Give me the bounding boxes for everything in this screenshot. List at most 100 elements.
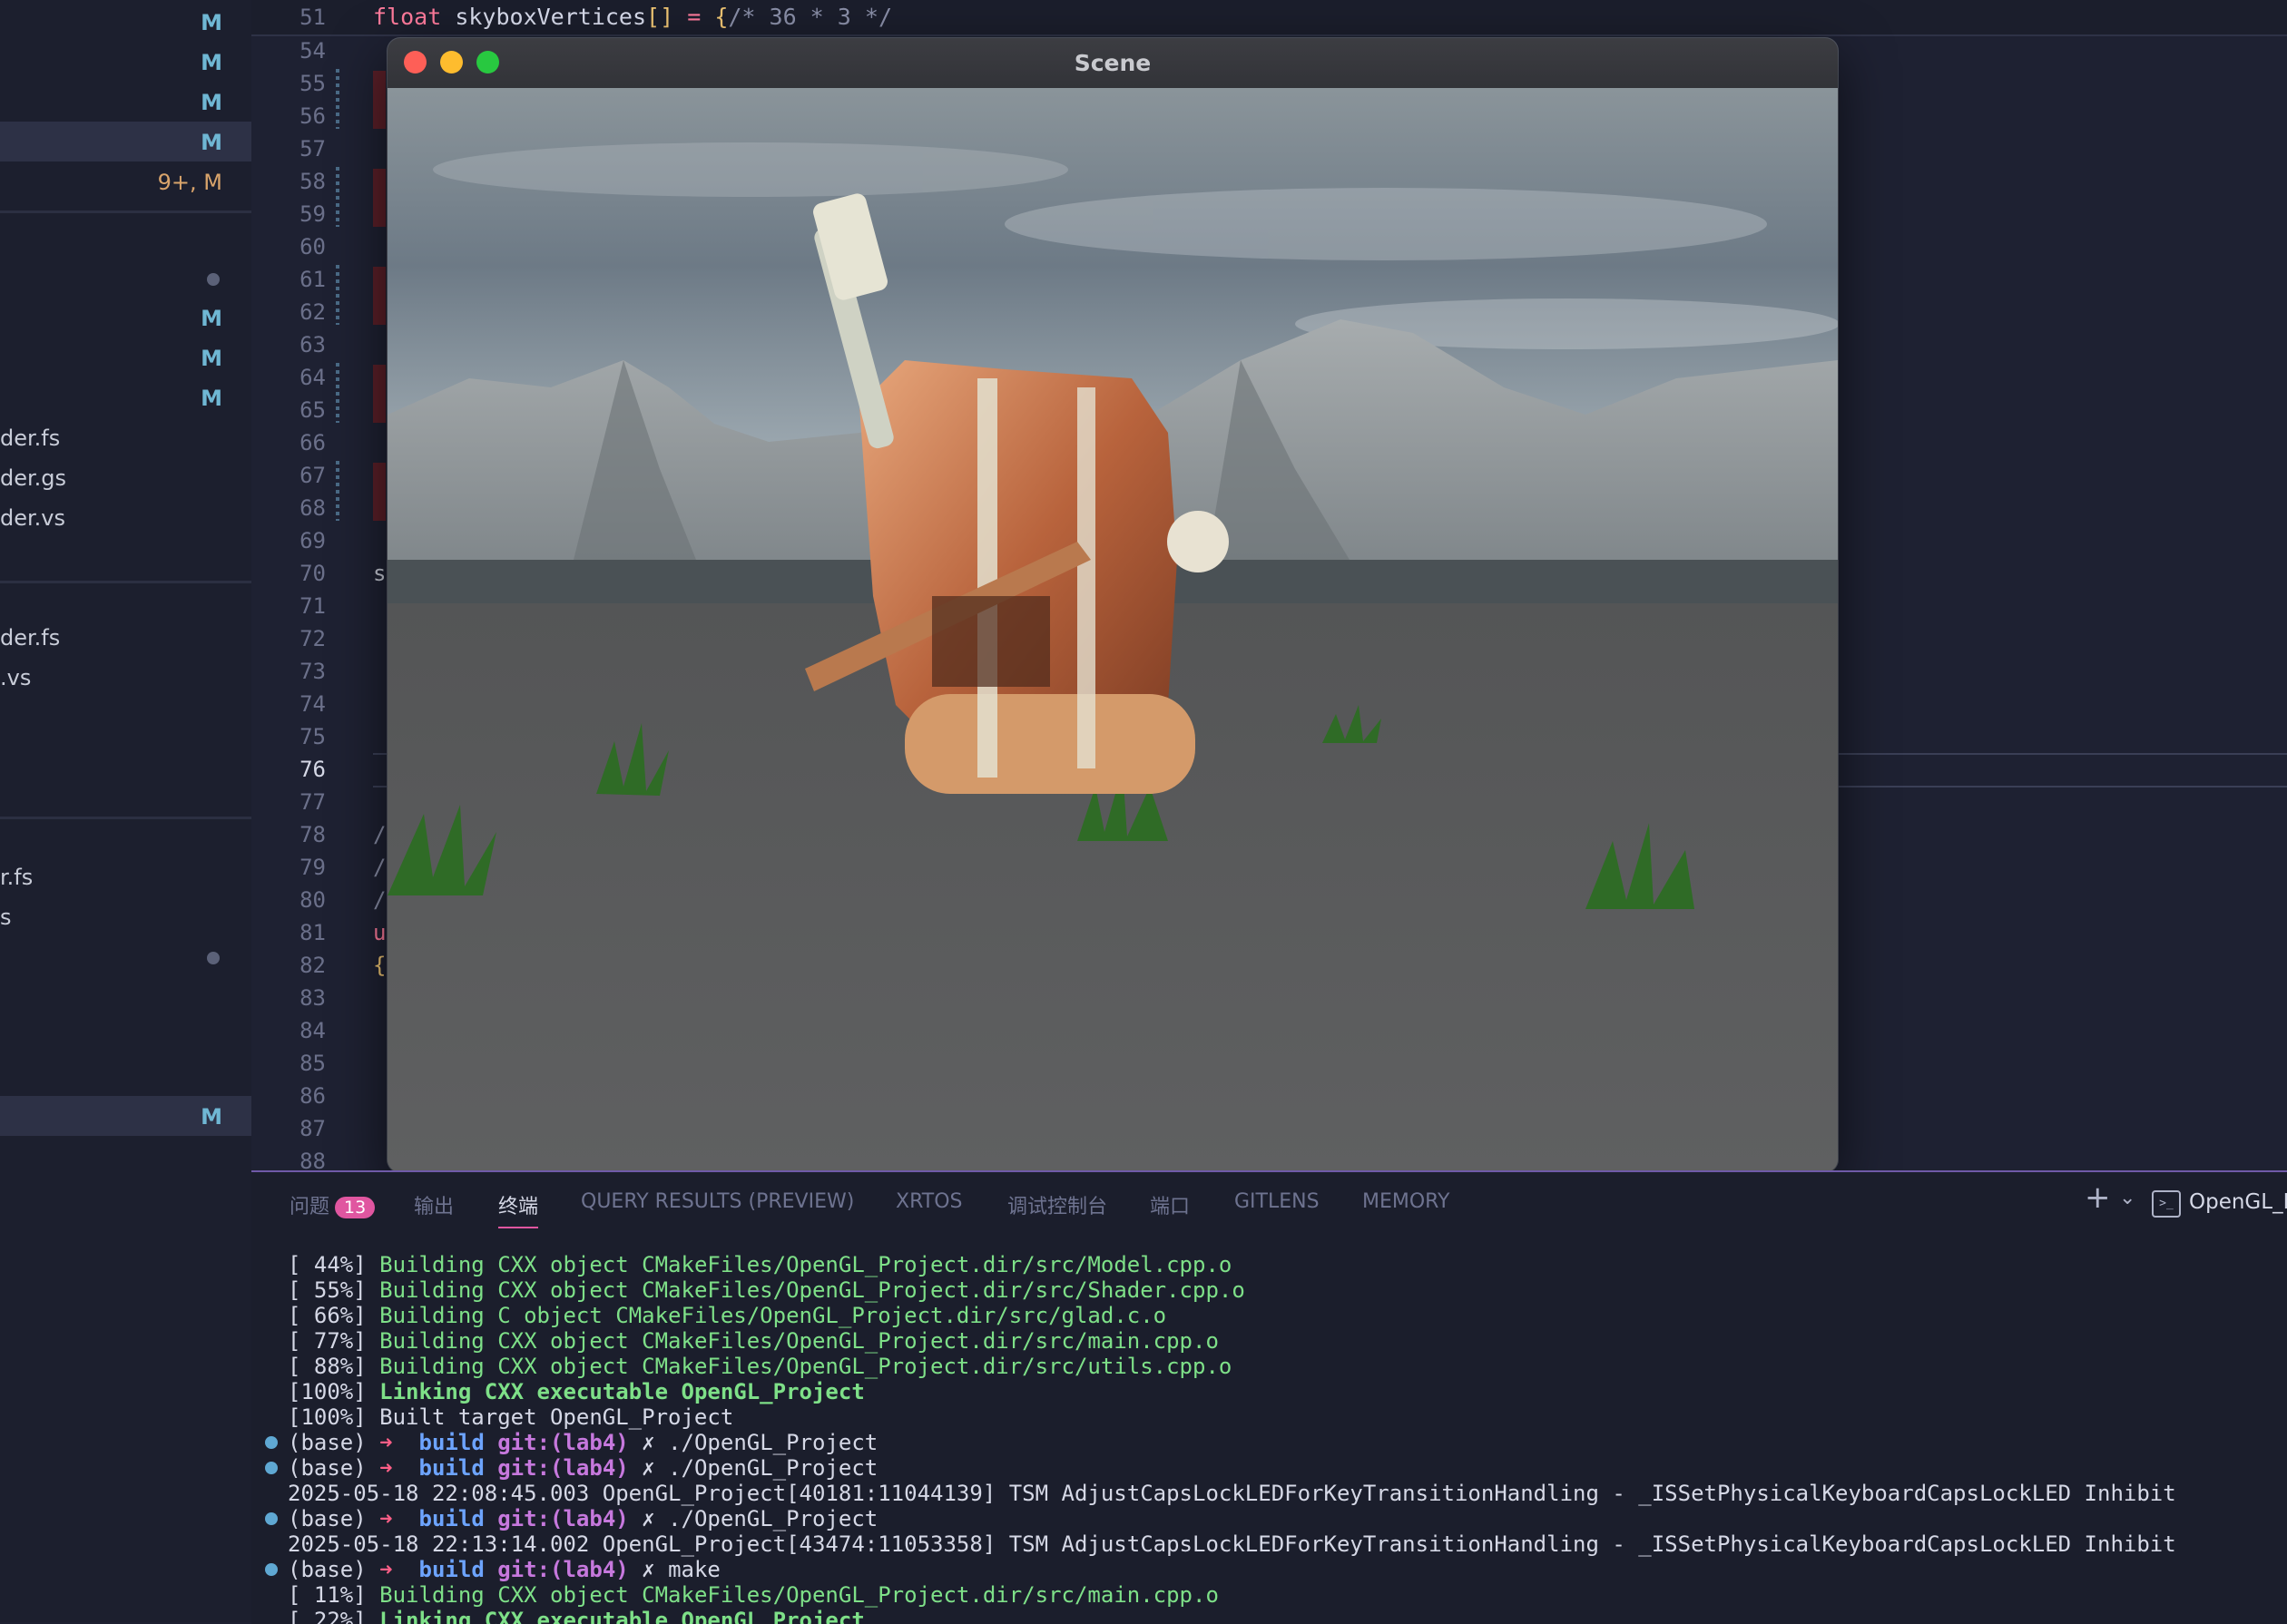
- conda-env: (base): [288, 1430, 380, 1455]
- line-number: 65: [299, 397, 326, 423]
- line-number: 67: [299, 463, 326, 488]
- sticky-scroll-line[interactable]: 51 float skyboxVertices[] = {/* 36 * 3 *…: [251, 0, 2287, 36]
- sidebar-file-item[interactable]: [0, 258, 251, 298]
- prompt-dir: build: [418, 1557, 498, 1582]
- pack-roll: [905, 694, 1195, 794]
- command-text: ✗ ./OpenGL_Project: [642, 1455, 878, 1481]
- terminal-icon: >_: [2152, 1190, 2181, 1218]
- sidebar-file-item[interactable]: der.vs: [0, 497, 251, 537]
- problems-count-badge: 13: [335, 1197, 376, 1218]
- terminal-output[interactable]: [ 44%] Building CXX object CMakeFiles/Op…: [251, 1252, 2287, 1624]
- opengl-render-canvas[interactable]: [388, 88, 1838, 1172]
- line-number: 81: [299, 920, 326, 945]
- sidebar-file-item[interactable]: M: [0, 1096, 251, 1136]
- tab-xrtos[interactable]: XRTOS: [896, 1190, 962, 1213]
- line-number: 79: [299, 855, 326, 880]
- code-fragment: {: [373, 953, 387, 978]
- sidebar-file-item[interactable]: M: [0, 42, 251, 82]
- file-name: s: [0, 905, 12, 930]
- line-number: 58: [299, 169, 326, 194]
- terminal-line: [ 55%] Building CXX object CMakeFiles/Op…: [288, 1277, 1245, 1303]
- line-number: 74: [299, 691, 326, 717]
- terminal-line: 2025-05-18 22:08:45.003 OpenGL_Project[4…: [288, 1481, 2176, 1506]
- command-status-dot: [265, 1512, 278, 1525]
- sidebar-file-item[interactable]: der.fs: [0, 617, 251, 657]
- git-status-badge: M: [201, 130, 222, 155]
- line-number: 70: [299, 561, 326, 586]
- tab-query-results[interactable]: QUERY RESULTS (PREVIEW): [581, 1190, 854, 1213]
- diff-removed-marker: [373, 365, 386, 423]
- sidebar-file-item[interactable]: 9+, M: [0, 161, 251, 201]
- sidebar-file-item[interactable]: M: [0, 122, 251, 161]
- chevron-down-icon[interactable]: ⌄: [2119, 1187, 2135, 1209]
- scene-titlebar[interactable]: Scene: [388, 38, 1838, 89]
- line-number: 61: [299, 267, 326, 292]
- tab-ports[interactable]: 端口: [1150, 1190, 1190, 1219]
- sidebar-file-item[interactable]: s: [0, 896, 251, 936]
- brace: {: [714, 4, 729, 30]
- tab-output[interactable]: 输出: [414, 1190, 454, 1219]
- link-message: Linking CXX executable OpenGL_Project: [379, 1379, 865, 1404]
- sidebar-file-item[interactable]: r.fs: [0, 856, 251, 896]
- git-status-badge: M: [201, 386, 222, 411]
- prompt-git-branch: git:(lab4): [497, 1506, 643, 1531]
- terminal-instance-name[interactable]: OpenGL_P: [2189, 1190, 2287, 1214]
- add-terminal-icon[interactable]: +: [2085, 1179, 2111, 1216]
- prompt-git-branch: git:(lab4): [497, 1430, 643, 1455]
- line-number: 54: [299, 38, 326, 64]
- tab-memory[interactable]: MEMORY: [1362, 1190, 1450, 1213]
- prompt-dir: build: [418, 1430, 498, 1455]
- sidebar-file-item[interactable]: der.gs: [0, 457, 251, 497]
- line-number: 64: [299, 365, 326, 390]
- pack-shadow: [932, 596, 1050, 687]
- terminal-line: (base) ➜ build git:(lab4) ✗ ./OpenGL_Pro…: [288, 1506, 878, 1531]
- git-status-badge: M: [201, 1104, 222, 1130]
- sidebar-divider: [0, 210, 251, 213]
- sidebar-file-item[interactable]: .vs: [0, 657, 251, 697]
- bracket: []: [646, 4, 674, 30]
- diff-removed-marker: [373, 463, 386, 521]
- build-progress: [100%]: [288, 1379, 380, 1404]
- pack-strap-a: [977, 378, 997, 778]
- line-number: 59: [299, 201, 326, 227]
- sidebar-file-item[interactable]: [0, 936, 251, 976]
- build-message: Building CXX object CMakeFiles/OpenGL_Pr…: [379, 1252, 1232, 1277]
- line-number: 85: [299, 1051, 326, 1076]
- line-number: 68: [299, 495, 326, 521]
- line-number: 77: [299, 789, 326, 815]
- sidebar-file-item[interactable]: M: [0, 298, 251, 338]
- build-progress: [ 77%]: [288, 1328, 380, 1354]
- pack-canteen: [1167, 511, 1229, 572]
- command-status-dot: [265, 1436, 278, 1449]
- conda-env: (base): [288, 1557, 380, 1582]
- line-number: 73: [299, 659, 326, 684]
- link-message: Linking CXX executable OpenGL_Project: [379, 1608, 865, 1624]
- prompt-arrow: ➜: [379, 1557, 419, 1582]
- diff-modified-stripe: [336, 167, 339, 227]
- log-message: 2025-05-18 22:08:45.003 OpenGL_Project[4…: [288, 1481, 2176, 1506]
- tab-debug-console[interactable]: 调试控制台: [1007, 1190, 1107, 1219]
- tab-gitlens[interactable]: GITLENS: [1234, 1190, 1320, 1213]
- tab-terminal[interactable]: 终端: [498, 1190, 539, 1228]
- sidebar-file-item[interactable]: M: [0, 377, 251, 417]
- tab-problems[interactable]: 问题 13: [290, 1190, 376, 1219]
- prompt-dir: build: [418, 1506, 498, 1531]
- sidebar-file-item[interactable]: M: [0, 338, 251, 377]
- build-message: Building CXX object CMakeFiles/OpenGL_Pr…: [379, 1277, 1245, 1303]
- line-number: 84: [299, 1018, 326, 1043]
- terminal-line: [100%] Built target OpenGL_Project: [288, 1404, 733, 1430]
- code-fragment: /: [373, 822, 387, 847]
- sidebar-file-item[interactable]: M: [0, 2, 251, 42]
- file-name: der.gs: [0, 465, 67, 491]
- build-progress: [ 22%]: [288, 1608, 380, 1624]
- sidebar-file-item[interactable]: M: [0, 82, 251, 122]
- line-number: 75: [299, 724, 326, 749]
- file-name: der.vs: [0, 505, 65, 531]
- build-message: Building CXX object CMakeFiles/OpenGL_Pr…: [379, 1328, 1219, 1354]
- build-message: Building C object CMakeFiles/OpenGL_Proj…: [379, 1303, 1167, 1328]
- scene-window[interactable]: Scene: [388, 38, 1838, 1172]
- sidebar-file-item[interactable]: der.fs: [0, 417, 251, 457]
- log-message: 2025-05-18 22:13:14.002 OpenGL_Project[4…: [288, 1531, 2176, 1557]
- prompt-git-branch: git:(lab4): [497, 1455, 643, 1481]
- tab-label: 问题: [290, 1196, 330, 1218]
